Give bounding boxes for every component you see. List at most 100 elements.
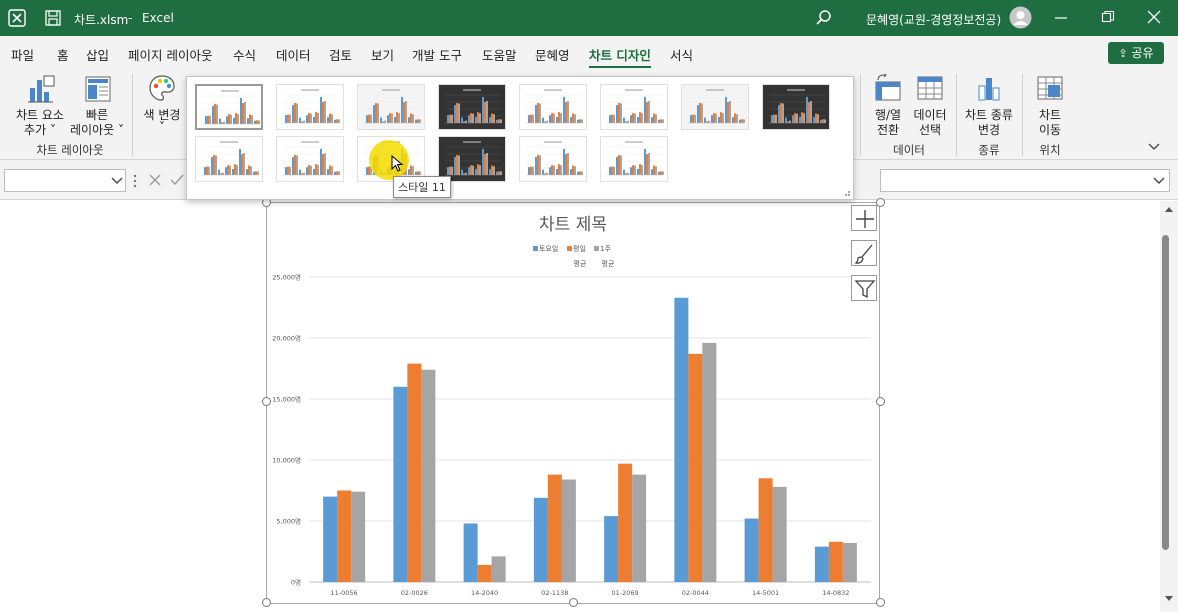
- bar-01-2069-1[interactable]: [618, 463, 633, 582]
- chart-style-14[interactable]: [600, 136, 668, 182]
- bar-11-0056-0[interactable]: [323, 496, 338, 582]
- change-chart-type-button[interactable]: 차트 종류 변경: [960, 72, 1018, 137]
- formula-input[interactable]: [880, 169, 1170, 192]
- tab-review[interactable]: 검토: [329, 45, 352, 64]
- chart-style-10[interactable]: [276, 136, 344, 182]
- chart-legend[interactable]: 토요일 평일 1주평균 평균: [533, 244, 615, 268]
- collapse-ribbon-icon[interactable]: [1148, 142, 1160, 152]
- chart-x-axis[interactable]: 11-0056 02-0026 14-2040 02-1138 01-2069 02-00…: [331, 589, 850, 597]
- search-icon[interactable]: [815, 9, 833, 27]
- scroll-up-icon[interactable]: [1164, 205, 1174, 213]
- bar-14-5001-2[interactable]: [772, 486, 787, 582]
- ribbon-separator: [132, 74, 133, 156]
- bar-02-0026-1[interactable]: [407, 363, 422, 582]
- bar-02-1138-1[interactable]: [547, 474, 562, 582]
- chart-style-1[interactable]: [195, 84, 263, 130]
- select-data-button[interactable]: 데이터 선택: [908, 72, 952, 137]
- user-name[interactable]: 문혜영(교원-경영정보전공): [866, 11, 1001, 28]
- chart-y-axis[interactable]: 0명 5,000명 10,000명 15,000명 20,000명 25,000명: [272, 273, 301, 587]
- chart-style-2[interactable]: [276, 84, 344, 130]
- scroll-thumb[interactable]: [1162, 235, 1169, 550]
- move-chart-button[interactable]: 차트 이동: [1026, 72, 1074, 137]
- minimize-icon[interactable]: [1054, 11, 1068, 25]
- bar-02-1138-0[interactable]: [533, 497, 548, 582]
- bar-14-2040-1[interactable]: [477, 564, 492, 582]
- chart-styles-gallery[interactable]: [186, 76, 854, 200]
- bar-01-2069-2[interactable]: [632, 474, 647, 582]
- chart-style-7[interactable]: [681, 84, 749, 130]
- resize-handle[interactable]: [876, 598, 885, 607]
- style-preview-icon: [445, 89, 502, 124]
- resize-handle[interactable]: [262, 397, 271, 406]
- bar-14-2040-0[interactable]: [463, 523, 478, 582]
- chart-filters-button[interactable]: [851, 275, 877, 301]
- tab-developer[interactable]: 개발 도구: [412, 45, 462, 64]
- file-name: 차트.xlsm: [74, 13, 129, 27]
- close-icon[interactable]: [1147, 10, 1161, 24]
- expand-formula-icon[interactable]: [1153, 177, 1165, 186]
- cancel-icon[interactable]: [148, 173, 162, 187]
- chart-title[interactable]: 차트 제목: [539, 215, 607, 235]
- x-tick-label: 02-0044: [682, 589, 709, 597]
- bar-14-5001-0[interactable]: [744, 518, 759, 582]
- bar-02-0026-0[interactable]: [393, 386, 408, 582]
- bar-11-0056-1[interactable]: [337, 490, 352, 583]
- tab-format[interactable]: 서식: [670, 45, 693, 64]
- tab-help[interactable]: 도움말: [482, 45, 517, 64]
- chart-style-3[interactable]: [357, 84, 425, 130]
- tab-data[interactable]: 데이터: [276, 45, 311, 64]
- chart-style-8[interactable]: [762, 84, 830, 130]
- bar-14-2040-2[interactable]: [491, 556, 506, 582]
- bar-01-2069-0[interactable]: [604, 516, 619, 582]
- avatar-icon[interactable]: [1009, 6, 1032, 29]
- change-colors-button[interactable]: 색 변경 ˅: [138, 72, 186, 136]
- tab-formulas[interactable]: 수식: [233, 45, 256, 64]
- bar-02-0044-0[interactable]: [674, 297, 689, 582]
- bar-02-0026-2[interactable]: [421, 369, 436, 582]
- switch-row-column-button[interactable]: 행/열 전환: [864, 72, 912, 137]
- tab-chart-design[interactable]: 차트 디자인: [589, 45, 651, 69]
- chart-style-9[interactable]: [195, 136, 263, 182]
- save-icon[interactable]: [44, 9, 62, 27]
- restore-icon[interactable]: [1101, 10, 1115, 24]
- tab-insert[interactable]: 삽입: [86, 45, 109, 64]
- chart-elements-button[interactable]: [851, 205, 877, 231]
- bar-11-0056-2[interactable]: [351, 491, 366, 582]
- vertical-scrollbar[interactable]: [1160, 201, 1178, 612]
- resize-handle[interactable]: [262, 598, 271, 607]
- chart-style-5[interactable]: [519, 84, 587, 130]
- share-button[interactable]: ⇪ 공유: [1108, 42, 1164, 64]
- bar-02-0044-2[interactable]: [702, 342, 717, 582]
- resize-handle[interactable]: [876, 397, 885, 406]
- chart-style-4[interactable]: [438, 84, 506, 130]
- name-box[interactable]: [4, 169, 126, 192]
- change-colors-chevron: ˅: [159, 120, 165, 134]
- tab-page-layout[interactable]: 페이지 레이아웃: [128, 45, 212, 64]
- tab-home[interactable]: 홈: [57, 45, 69, 64]
- drag-handle-icon[interactable]: [132, 173, 138, 189]
- add-chart-element-button[interactable]: 차트 요소 추가 ˅: [12, 72, 68, 137]
- tab-custom[interactable]: 문혜영: [535, 45, 570, 64]
- chart-style-6[interactable]: [600, 84, 668, 130]
- chart-style-13[interactable]: [519, 136, 587, 182]
- bar-02-1138-2[interactable]: [561, 479, 576, 582]
- chart-bars[interactable]: [323, 297, 857, 583]
- chart-styles-button[interactable]: [851, 240, 877, 266]
- bar-14-5001-1[interactable]: [758, 478, 773, 582]
- bar-14-0832-2[interactable]: [842, 542, 857, 582]
- quick-layout-button[interactable]: 빠른 레이아웃 ˅: [68, 72, 126, 137]
- tab-view[interactable]: 보기: [371, 45, 394, 64]
- bar-02-0044-1[interactable]: [688, 353, 703, 582]
- bar-14-0832-0[interactable]: [814, 546, 829, 582]
- chart-object[interactable]: 차트 제목 토요일 평일 1주 평균 평균 0명 5,000명 10,000명 15,000명…: [266, 202, 880, 604]
- style-tooltip: 스타일 11: [393, 176, 451, 198]
- resize-grip-icon[interactable]: [843, 189, 851, 197]
- bar-14-0832-1[interactable]: [828, 541, 843, 582]
- enter-check-icon[interactable]: [170, 173, 184, 187]
- resize-handle[interactable]: [569, 598, 578, 607]
- x-tick-label: 11-0056: [331, 589, 358, 597]
- tab-file[interactable]: 파일: [11, 45, 34, 64]
- style-preview-icon: [283, 141, 340, 176]
- scroll-down-icon[interactable]: [1164, 595, 1174, 603]
- chevron-down-icon[interactable]: [111, 177, 123, 186]
